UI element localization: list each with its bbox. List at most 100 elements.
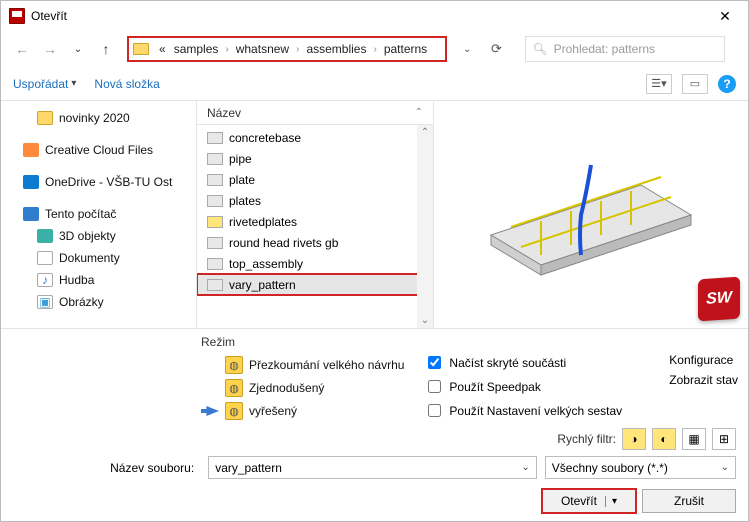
titlebar: Otevřít ✕: [1, 1, 748, 31]
forward-button: →: [39, 38, 61, 60]
search-input[interactable]: 🔍︎ Prohledat: patterns: [525, 36, 725, 62]
file-item[interactable]: plate: [197, 169, 433, 190]
filter-drawings-button[interactable]: ▦: [682, 428, 706, 450]
file-item[interactable]: top_assembly: [197, 253, 433, 274]
search-placeholder: Prohledat: patterns: [554, 42, 655, 56]
recent-button[interactable]: ⌄: [67, 38, 89, 60]
dialog-body: novinky 2020 Creative Cloud Files OneDri…: [1, 101, 748, 329]
open-split-dropdown[interactable]: ▾: [605, 496, 617, 507]
search-icon: 🔍︎: [532, 42, 547, 56]
tree-item[interactable]: ▣Obrázky: [11, 291, 196, 313]
file-list-header[interactable]: Název ⌃: [197, 101, 433, 125]
dialog-buttons: Otevřít ▾ Zrušit: [1, 485, 748, 521]
chevron-right-icon: ›: [222, 44, 231, 55]
file-list[interactable]: concretebase pipe plate plates rivetedpl…: [197, 125, 433, 328]
filter-toplevel-button[interactable]: ⊞: [712, 428, 736, 450]
breadcrumb-prefix: «: [155, 42, 170, 56]
model-preview: [471, 135, 711, 295]
chevron-right-icon: ›: [370, 44, 379, 55]
chevron-down-icon: ▾: [71, 78, 76, 89]
check-speedpak[interactable]: Použít Speedpak: [424, 377, 622, 396]
arrow-icon: [201, 406, 219, 416]
chevron-down-icon[interactable]: ⌄: [721, 462, 729, 473]
open-dialog: Otevřít ✕ ← → ⌄ ↑ « samples › whatsnew ›…: [0, 0, 749, 522]
assembly-icon: [207, 258, 223, 270]
part-icon: [207, 132, 223, 144]
file-item[interactable]: plates: [197, 190, 433, 211]
breadcrumb-dropdown[interactable]: ⌄: [457, 44, 477, 55]
chevron-down-icon[interactable]: ⌄: [521, 462, 529, 473]
mode-panel: Režim ◍ Přezkoumání velkého návrhu ◍ Zje…: [1, 329, 748, 424]
organize-menu[interactable]: Uspořádat ▾: [13, 77, 76, 91]
up-button[interactable]: ↑: [95, 38, 117, 60]
file-list-pane: Název ⌃ concretebase pipe plate plates r…: [196, 101, 434, 328]
solidworks-badge: SW: [698, 277, 740, 322]
back-button[interactable]: ←: [11, 38, 33, 60]
part-icon: [207, 174, 223, 186]
part-icon: [207, 153, 223, 165]
file-item[interactable]: concretebase: [197, 127, 433, 148]
file-type-select[interactable]: Všechny soubory (*.*) ⌄: [545, 456, 736, 479]
tree-item[interactable]: Tento počítač: [11, 203, 196, 225]
cancel-button[interactable]: Zrušit: [642, 489, 736, 513]
mode-option-large-review[interactable]: ◍ Přezkoumání velkého návrhu: [201, 356, 404, 374]
mode-option-lightweight[interactable]: ◍ Zjednodušený: [201, 379, 404, 397]
part-icon: [207, 237, 223, 249]
preview-pane: SW: [434, 101, 748, 328]
part-icon: [207, 216, 223, 228]
file-item-selected[interactable]: vary_pattern: [197, 274, 433, 295]
folder-icon: [37, 111, 53, 125]
breadcrumb-item[interactable]: patterns: [380, 42, 431, 56]
breadcrumb-item[interactable]: whatsnew: [232, 42, 293, 56]
cube-icon: ◍: [225, 379, 243, 397]
doc-icon: [37, 251, 53, 265]
file-item[interactable]: rivetedplates: [197, 211, 433, 232]
filename-label: Název souboru:: [13, 461, 200, 475]
breadcrumb-item[interactable]: samples: [170, 42, 223, 56]
cube-icon: ◍: [225, 402, 243, 420]
quick-filter-row: Rychlý filtr: ◑ ◐ ▦ ⊞: [1, 424, 748, 450]
filename-input[interactable]: vary_pattern ⌄: [208, 456, 537, 479]
tree-item[interactable]: Creative Cloud Files: [11, 139, 196, 161]
tree-item[interactable]: ♪Hudba: [11, 269, 196, 291]
tree-item[interactable]: novinky 2020: [11, 107, 196, 129]
help-button[interactable]: ?: [718, 75, 736, 93]
toolbar: Uspořádat ▾ Nová složka ☰▾ ▭ ?: [1, 67, 748, 101]
onedrive-icon: [23, 175, 39, 189]
assembly-icon: [207, 279, 223, 291]
cloud-icon: [23, 143, 39, 157]
filter-assemblies-button[interactable]: ◐: [652, 428, 676, 450]
preview-toggle-button[interactable]: ▭: [682, 74, 708, 94]
picture-icon: ▣: [37, 295, 53, 309]
open-button[interactable]: Otevřít ▾: [542, 489, 636, 513]
new-folder-button[interactable]: Nová složka: [94, 77, 159, 91]
tree-item[interactable]: Dokumenty: [11, 247, 196, 269]
mode-option-resolved[interactable]: ◍ vyřešený: [201, 402, 404, 420]
folder-icon: [133, 43, 149, 55]
scroll-up-icon[interactable]: ⌃: [421, 125, 429, 140]
close-button[interactable]: ✕: [702, 1, 748, 31]
scroll-down-icon[interactable]: ⌄: [421, 313, 429, 328]
tree-item[interactable]: OneDrive - VŠB-TU Ost: [11, 171, 196, 193]
quick-filter-label: Rychlý filtr:: [557, 432, 616, 446]
filter-parts-button[interactable]: ◑: [622, 428, 646, 450]
part-icon: [207, 195, 223, 207]
configurations-label: Konfigurace: [669, 353, 738, 367]
app-icon: [9, 8, 25, 24]
view-mode-button[interactable]: ☰▾: [646, 74, 672, 94]
refresh-button[interactable]: ⟳: [483, 36, 509, 62]
3d-icon: [37, 229, 53, 243]
breadcrumb[interactable]: « samples › whatsnew › assemblies › patt…: [127, 36, 447, 62]
check-load-hidden[interactable]: Načíst skryté součásti: [424, 353, 622, 372]
tree-item[interactable]: 3D objekty: [11, 225, 196, 247]
check-large-assembly[interactable]: Použít Nastavení velkých sestav: [424, 401, 622, 420]
chevron-right-icon: ›: [293, 44, 302, 55]
file-item[interactable]: round head rivets gb: [197, 232, 433, 253]
scrollbar[interactable]: ⌃ ⌄: [417, 125, 433, 328]
file-item[interactable]: pipe: [197, 148, 433, 169]
sidebar-tree[interactable]: novinky 2020 Creative Cloud Files OneDri…: [1, 101, 196, 328]
mode-label: Režim: [201, 335, 404, 349]
breadcrumb-item[interactable]: assemblies: [302, 42, 370, 56]
music-icon: ♪: [37, 273, 53, 287]
cube-icon: ◍: [225, 356, 243, 374]
